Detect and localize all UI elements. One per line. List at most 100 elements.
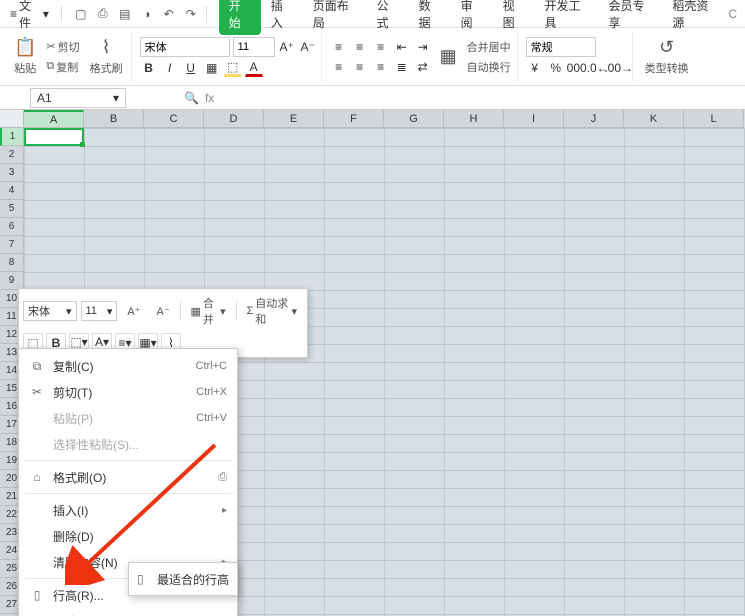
decrease-font-icon[interactable]: A⁻ bbox=[151, 303, 176, 320]
cell[interactable] bbox=[625, 543, 685, 561]
cell[interactable] bbox=[385, 363, 445, 381]
borders-button[interactable]: ▦ bbox=[203, 59, 221, 77]
column-header[interactable]: B bbox=[84, 110, 144, 128]
cell[interactable] bbox=[505, 381, 565, 399]
sync-icon[interactable]: ◑ bbox=[138, 5, 156, 23]
select-all-corner[interactable] bbox=[0, 110, 24, 128]
copy-button[interactable]: ⧉ 复制 bbox=[44, 58, 81, 76]
cell[interactable] bbox=[385, 327, 445, 345]
mini-font-name[interactable]: 宋体▾ bbox=[23, 301, 77, 321]
cell[interactable] bbox=[265, 399, 325, 417]
cell[interactable] bbox=[265, 129, 325, 147]
cell[interactable] bbox=[685, 255, 745, 273]
row-header[interactable]: 7 bbox=[0, 236, 24, 254]
cell[interactable] bbox=[505, 471, 565, 489]
cell[interactable] bbox=[625, 453, 685, 471]
cell[interactable] bbox=[685, 471, 745, 489]
cell[interactable] bbox=[565, 147, 625, 165]
cell[interactable] bbox=[325, 201, 385, 219]
cell[interactable] bbox=[265, 147, 325, 165]
cell[interactable] bbox=[325, 129, 385, 147]
tab-member[interactable]: 会员专享 bbox=[598, 0, 662, 35]
cell[interactable] bbox=[625, 219, 685, 237]
cell[interactable] bbox=[205, 237, 265, 255]
cell[interactable] bbox=[505, 507, 565, 525]
cell[interactable] bbox=[565, 129, 625, 147]
cell[interactable] bbox=[265, 381, 325, 399]
cell[interactable] bbox=[685, 435, 745, 453]
cell[interactable] bbox=[325, 273, 385, 291]
save-icon[interactable]: ▢ bbox=[72, 5, 90, 23]
cell[interactable] bbox=[565, 399, 625, 417]
cell[interactable] bbox=[445, 129, 505, 147]
format-painter-button[interactable]: ⌇格式刷 bbox=[86, 35, 127, 78]
tab-review[interactable]: 审阅 bbox=[451, 0, 493, 35]
merge-button[interactable]: ▦ 合并▾ bbox=[185, 293, 232, 329]
cell[interactable] bbox=[265, 435, 325, 453]
cell[interactable] bbox=[685, 147, 745, 165]
cell[interactable] bbox=[625, 507, 685, 525]
tab-start[interactable]: 开始 bbox=[219, 0, 261, 35]
cell[interactable] bbox=[325, 507, 385, 525]
cell[interactable] bbox=[565, 543, 625, 561]
cell[interactable] bbox=[505, 327, 565, 345]
cell[interactable] bbox=[325, 363, 385, 381]
column-header[interactable]: H bbox=[444, 110, 504, 128]
cell[interactable] bbox=[445, 327, 505, 345]
cell[interactable] bbox=[565, 309, 625, 327]
cell[interactable] bbox=[625, 561, 685, 579]
cell[interactable] bbox=[205, 183, 265, 201]
decrease-font-icon[interactable]: A⁻ bbox=[299, 38, 317, 56]
row-header[interactable]: 3 bbox=[0, 164, 24, 182]
cell[interactable] bbox=[25, 201, 85, 219]
cell[interactable] bbox=[265, 561, 325, 579]
cell[interactable] bbox=[565, 255, 625, 273]
row-header[interactable]: 4 bbox=[0, 182, 24, 200]
cell[interactable] bbox=[565, 327, 625, 345]
cell[interactable] bbox=[565, 417, 625, 435]
column-header[interactable]: F bbox=[324, 110, 384, 128]
menu-item-extra-icon[interactable]: ⎙ bbox=[218, 471, 227, 484]
cell[interactable] bbox=[325, 165, 385, 183]
cell[interactable] bbox=[685, 417, 745, 435]
cell[interactable] bbox=[625, 525, 685, 543]
undo-icon[interactable]: ↶ bbox=[160, 5, 178, 23]
cell[interactable] bbox=[385, 489, 445, 507]
cell[interactable] bbox=[325, 345, 385, 363]
cell[interactable] bbox=[25, 165, 85, 183]
cell[interactable] bbox=[565, 183, 625, 201]
cell[interactable] bbox=[85, 237, 145, 255]
cell[interactable] bbox=[625, 273, 685, 291]
cell[interactable] bbox=[25, 129, 85, 147]
cell[interactable] bbox=[85, 219, 145, 237]
cell[interactable] bbox=[85, 255, 145, 273]
cell[interactable] bbox=[385, 561, 445, 579]
cell[interactable] bbox=[685, 543, 745, 561]
cell[interactable] bbox=[205, 255, 265, 273]
cell[interactable] bbox=[445, 381, 505, 399]
cell[interactable] bbox=[265, 201, 325, 219]
cell[interactable] bbox=[505, 147, 565, 165]
underline-button[interactable]: U bbox=[182, 59, 200, 77]
cell[interactable] bbox=[445, 471, 505, 489]
cell[interactable] bbox=[625, 471, 685, 489]
cell[interactable] bbox=[25, 255, 85, 273]
cell[interactable] bbox=[505, 363, 565, 381]
cell[interactable] bbox=[685, 327, 745, 345]
name-box[interactable]: A1▾ bbox=[30, 88, 126, 108]
cell[interactable] bbox=[445, 399, 505, 417]
cell[interactable] bbox=[505, 435, 565, 453]
cell[interactable] bbox=[685, 291, 745, 309]
search-icon[interactable]: C bbox=[728, 7, 737, 21]
cell[interactable] bbox=[205, 129, 265, 147]
cell[interactable] bbox=[445, 237, 505, 255]
cell[interactable] bbox=[565, 525, 625, 543]
cell[interactable] bbox=[625, 489, 685, 507]
tab-devtools[interactable]: 开发工具 bbox=[535, 0, 599, 35]
cell[interactable] bbox=[385, 597, 445, 615]
indent-right-icon[interactable]: ⇥ bbox=[414, 38, 432, 56]
cell[interactable] bbox=[445, 219, 505, 237]
cell[interactable] bbox=[445, 417, 505, 435]
cell[interactable] bbox=[445, 579, 505, 597]
cell[interactable] bbox=[385, 543, 445, 561]
